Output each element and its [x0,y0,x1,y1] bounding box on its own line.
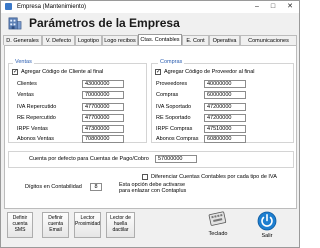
title-bar: Empresa (Mantenimiento) – □ ✕ [1,1,299,13]
compras-label: Compras [156,92,179,98]
clientes-input[interactable]: 43000000 [82,80,124,88]
agregar-proveedor-checkbox[interactable]: ✓ [155,69,161,75]
diferenciar-iva-label: Diferenciar Cuentas Contables por cada t… [151,174,277,180]
diferenciar-iva-checkbox[interactable] [142,174,148,180]
tab-v-defecto[interactable]: V. Defecto [42,35,75,45]
iva-repercutido-input[interactable]: 47700000 [82,103,124,111]
irpf-ventas-label: IRPF Ventas [17,126,48,132]
button-label-line: Email [49,227,62,233]
salir-button[interactable]: Salir [255,211,279,243]
teclado-label: Teclado [208,231,228,237]
window-title: Empresa (Mantenimiento) [17,4,87,10]
ventas-input[interactable]: 70000000 [82,91,124,99]
pagos-group: Cuenta por defecto para Cuentas de Pago/… [8,151,294,168]
proveedores-label: Proveedores [156,81,188,87]
tab-bar: D. Generales V. Defecto Logotipo Logo re… [3,34,299,45]
re-soportado-label: RE Soportado [156,115,191,121]
irpf-ventas-input[interactable]: 47300000 [82,125,124,133]
main-window: Empresa (Mantenimiento) – □ ✕ Parámetros… [0,0,300,248]
cuenta-pago-label: Cuenta por defecto para Cuentas de Pago/… [29,156,149,162]
tab-panel-ctas-contables: Ventas ✓ Agregar Código de Cliente al fi… [4,45,297,209]
button-label-line: Proximidad [75,221,101,227]
tab-operativa[interactable]: Operativa [209,35,240,45]
lector-huella-button[interactable]: Lector de huella dactilar [106,212,135,238]
iva-repercutido-label: IVA Repercutido [17,104,57,110]
page-title: Parámetros de la Empresa [29,16,180,30]
definir-cuenta-email-button[interactable]: Definir cuenta Email [42,212,69,238]
ventas-legend: Ventas [13,59,34,65]
iva-soportado-label: IVA Soportado [156,104,192,110]
clientes-label: Clientes [17,81,37,87]
iva-soportado-input[interactable]: 47200000 [204,103,246,111]
compras-legend: Compras [158,59,185,65]
tab-comunicaciones[interactable]: Comunicaciones [240,35,297,45]
page-header: Parámetros de la Empresa [1,13,299,35]
abonos-ventas-label: Abonos Ventas [17,136,55,142]
proveedores-input[interactable]: 40000000 [204,80,246,88]
abonos-compras-label: Abonos Compras [156,136,199,142]
contaplus-note-line2: para enlazar con Contaplus [119,188,187,194]
maximize-button[interactable]: □ [265,1,281,12]
lector-proximidad-button[interactable]: Lector Proximidad [74,212,101,238]
agregar-cliente-label: Agregar Código de Cliente al final [21,69,104,75]
app-icon [5,3,12,10]
definir-cuenta-sms-button[interactable]: Definir cuenta SMS [7,212,33,238]
ventas-group: Ventas ✓ Agregar Código de Cliente al fi… [8,59,147,143]
tab-d-generales[interactable]: D. Generales [3,35,42,45]
check-mark-icon: ✓ [156,69,162,75]
agregar-proveedor-label: Agregar Código de Proveedor al final [164,69,255,75]
re-repercutido-label: RE Repercutido [17,115,56,121]
compras-input[interactable]: 60000000 [204,91,246,99]
check-mark-icon: ✓ [13,69,19,75]
irpf-compras-label: IRPF Compras [156,126,193,132]
tab-logotipo[interactable]: Logotipo [75,35,102,45]
cuenta-pago-input[interactable]: 57000000 [155,155,197,163]
re-repercutido-input[interactable]: 47700000 [82,114,124,122]
tab-logo-recibos[interactable]: Logo recibos [102,35,138,45]
digitos-label: Dígitos en Contabilidad [25,184,82,190]
digitos-input[interactable]: 8 [90,183,102,191]
minimize-button[interactable]: – [249,1,265,12]
ventas-label: Ventas [17,92,34,98]
button-label-line: SMS [14,227,26,233]
teclado-button[interactable]: Teclado [206,211,230,241]
close-button[interactable]: ✕ [282,1,298,12]
compras-group: Compras ✓ Agregar Código de Proveedor al… [151,59,294,143]
button-label-line: dactilar [112,227,129,233]
re-soportado-input[interactable]: 47200000 [204,114,246,122]
abonos-compras-input[interactable]: 60800000 [204,135,246,143]
abonos-ventas-input[interactable]: 70800000 [82,135,124,143]
irpf-compras-input[interactable]: 47510000 [204,125,246,133]
keyboard-icon [208,211,227,226]
power-icon [257,211,277,231]
salir-label: Salir [261,233,273,239]
tab-e-cont[interactable]: E. Cont [182,35,209,45]
agregar-cliente-checkbox[interactable]: ✓ [12,69,18,75]
tab-ctas-contables[interactable]: Ctas. Contables [138,34,182,45]
building-icon [8,17,22,30]
